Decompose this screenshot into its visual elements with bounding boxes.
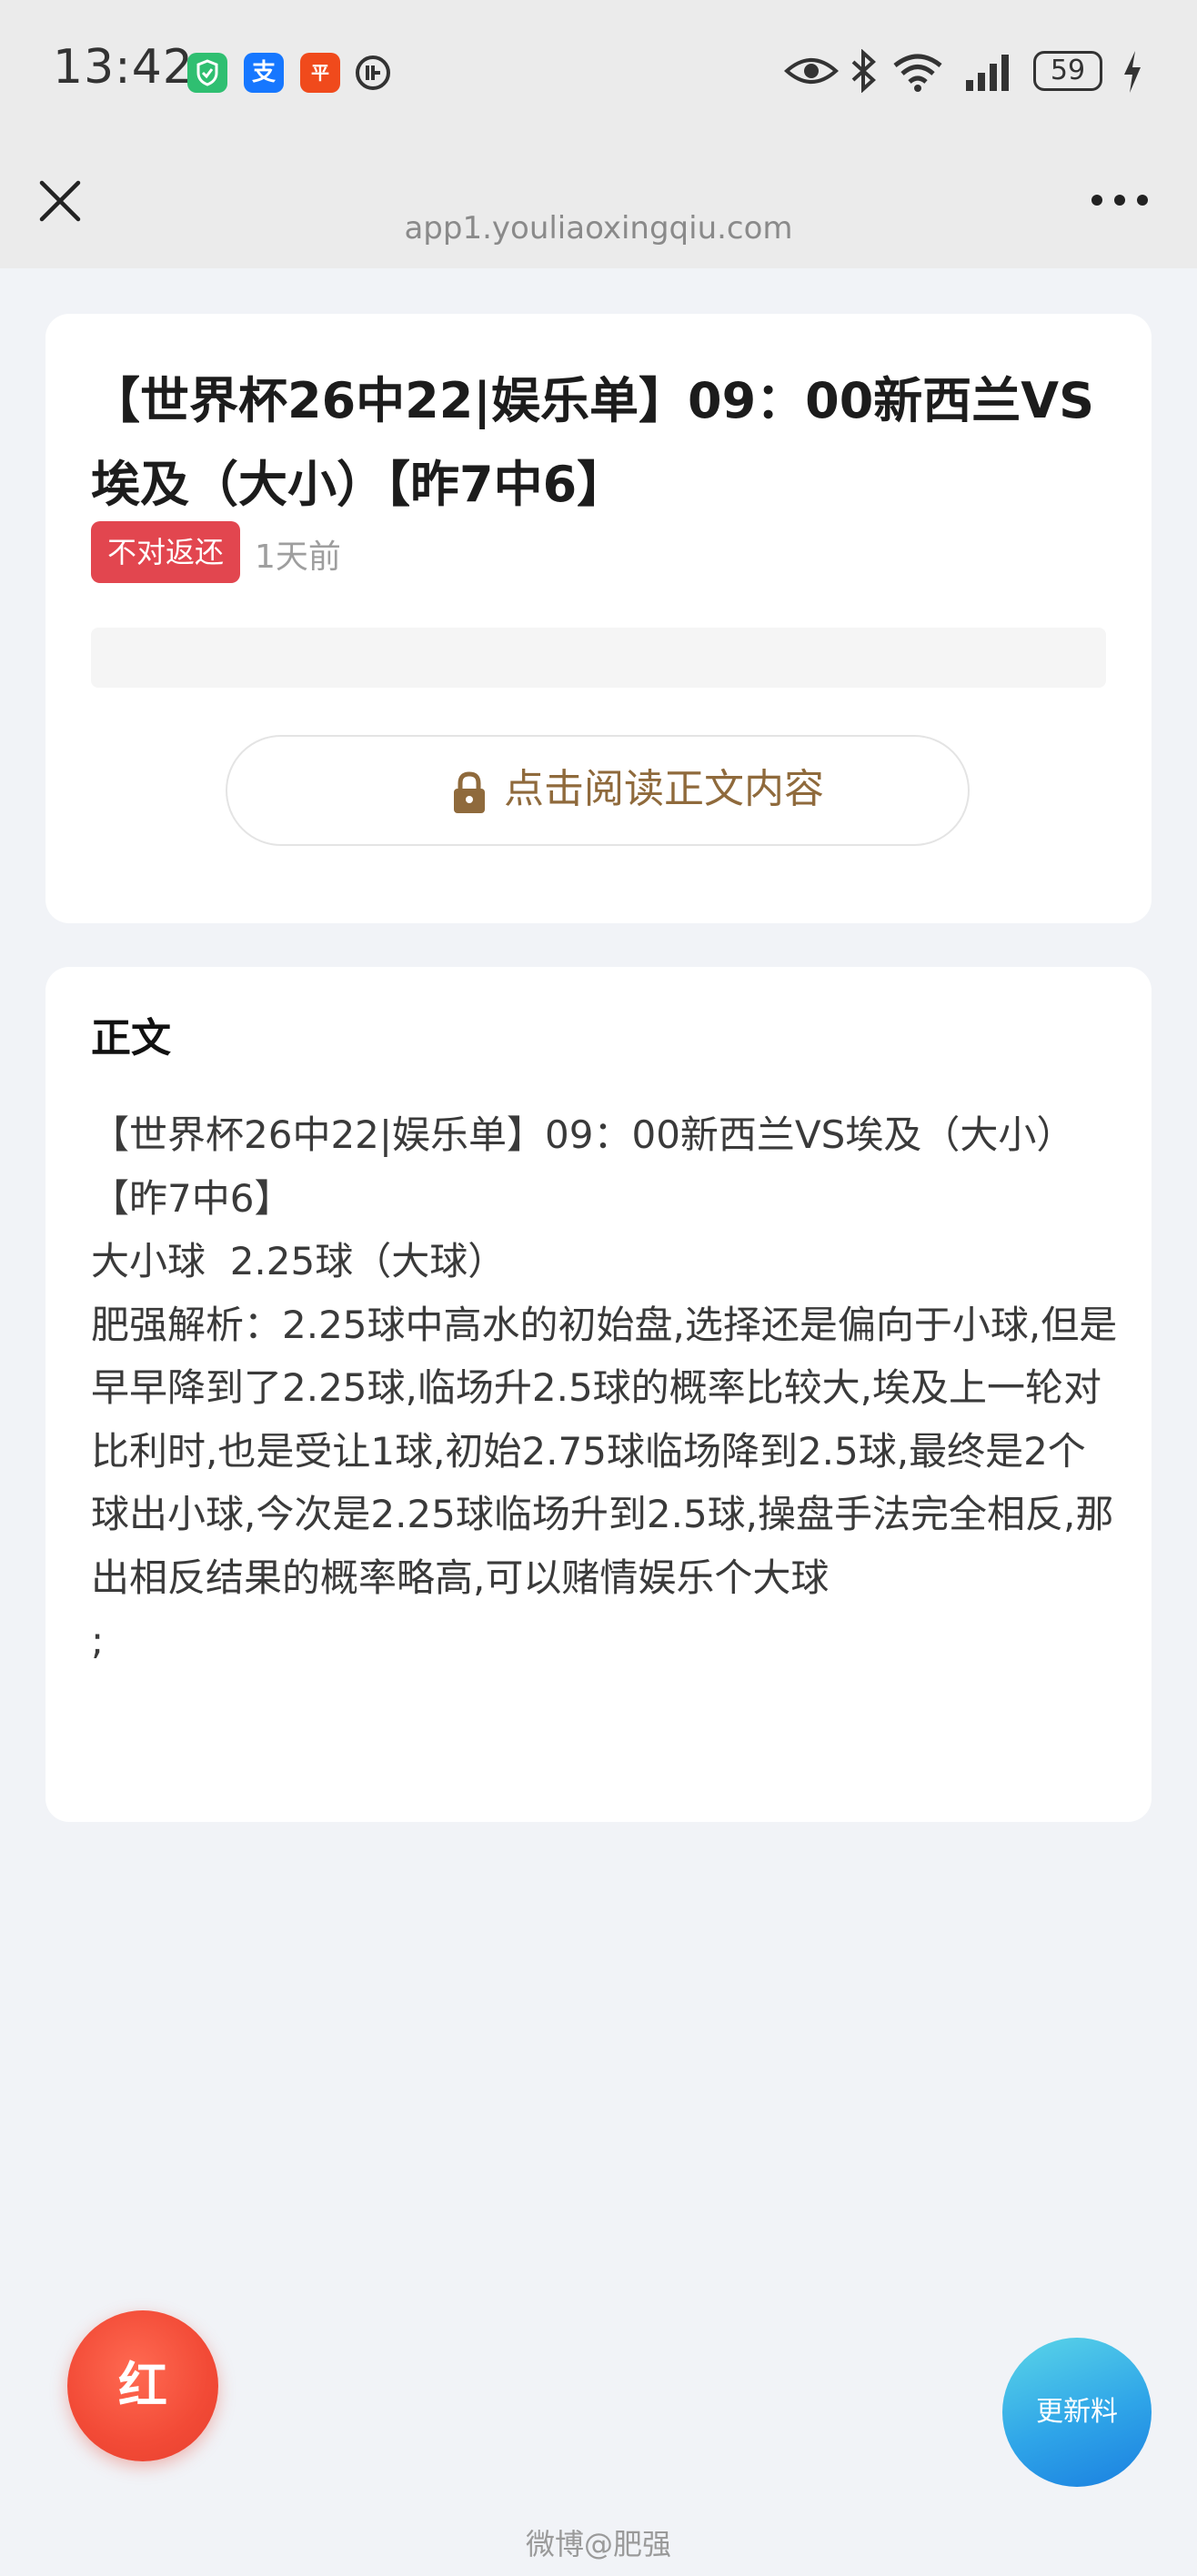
more-button[interactable] <box>1088 186 1152 214</box>
pingan-bank-icon: 平 <box>300 53 340 93</box>
circle-glyph <box>356 55 390 90</box>
article-header-card: 【世界杯26中22|娱乐单】09：00新西兰VS埃及（大小）【昨7中6】 不对返… <box>45 314 1152 923</box>
weibo-watermark: 微博@肥强 <box>525 2527 671 2561</box>
pingan-glyph: 平 <box>311 62 329 84</box>
article-body-card: 正文 【世界杯26中22|娱乐单】09：00新西兰VS埃及（大小）【昨7中6】 … <box>45 967 1152 1822</box>
browser-header: app1.youliaoxingqiu.com <box>0 141 1197 268</box>
body-line-title: 【世界杯26中22|娱乐单】09：00新西兰VS埃及（大小）【昨7中6】 <box>91 1112 1075 1221</box>
body-line-analysis: 肥强解析：2.25球中高水的初始盘,选择还是偏向于小球,但是早早降到了2.25球… <box>91 1302 1118 1600</box>
alipay-glyph: 支 <box>251 59 276 86</box>
update-float-button[interactable]: 更新料 <box>1002 2338 1152 2487</box>
read-content-label: 点击阅读正文内容 <box>504 766 824 812</box>
status-time: 13:42 <box>53 40 194 95</box>
refund-badge: 不对返还 <box>91 521 241 583</box>
body-line-pick: 大小球 2.25球（大球） <box>91 1239 507 1283</box>
bluetooth-icon <box>851 49 876 93</box>
battery-indicator: 59 <box>1033 51 1102 91</box>
article-title: 【世界杯26中22|娱乐单】09：00新西兰VS埃及（大小）【昨7中6】 <box>91 372 1094 513</box>
read-content-button[interactable]: 点击阅读正文内容 <box>226 735 970 846</box>
body-heading: 正文 <box>91 1015 171 1062</box>
eye-icon <box>784 58 839 84</box>
alipay-icon: 支 <box>244 53 284 93</box>
charging-icon <box>1124 51 1141 93</box>
circle-app-icon <box>353 53 393 93</box>
url-label: app1.youliaoxingqiu.com <box>404 210 793 247</box>
content-placeholder <box>91 628 1106 688</box>
body-line-end: ; <box>91 1618 105 1663</box>
wifi-icon <box>893 54 942 92</box>
shield-check-glyph <box>196 59 218 86</box>
wechat-pay-icon <box>187 53 227 93</box>
body-text: 【世界杯26中22|娱乐单】09：00新西兰VS埃及（大小）【昨7中6】 大小球… <box>91 1103 1119 1673</box>
more-dots-icon <box>1091 195 1148 206</box>
lock-icon <box>454 771 485 813</box>
red-float-button[interactable]: 红 <box>67 2310 218 2461</box>
status-bar: 13:42 支 平 59 <box>0 0 1197 141</box>
signal-icon <box>966 55 1009 91</box>
post-time: 1天前 <box>255 538 341 576</box>
